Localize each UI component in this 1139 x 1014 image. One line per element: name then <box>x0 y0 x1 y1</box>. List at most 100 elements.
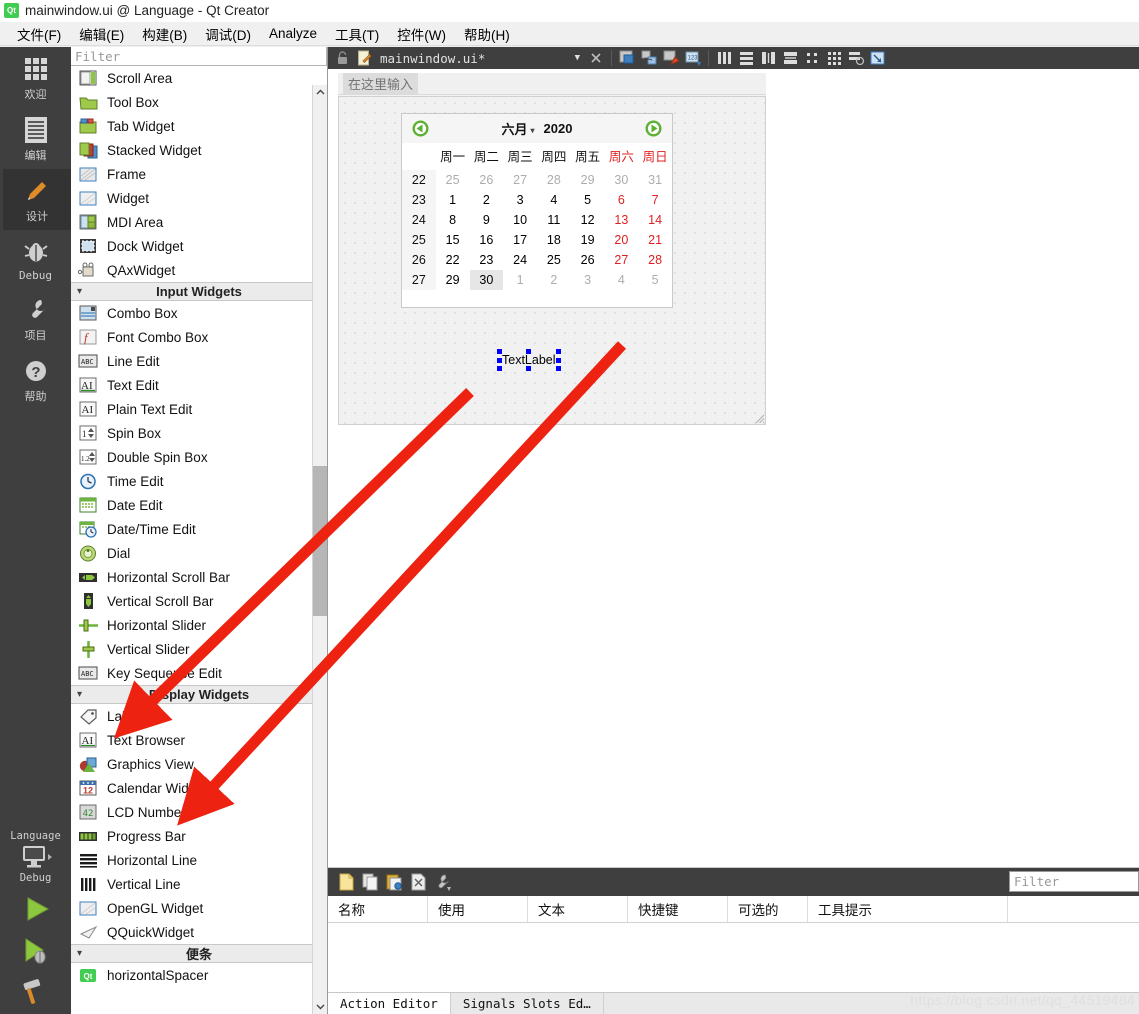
calendar-day-4-0[interactable]: 22 <box>436 250 470 270</box>
action-column-header-1[interactable]: 使用 <box>428 896 528 922</box>
widget-item-7[interactable]: Dock Widget <box>71 234 327 258</box>
calendar-day-2-2[interactable]: 10 <box>503 210 537 230</box>
widget-item-8[interactable]: QAxWidget <box>71 258 327 282</box>
action-editor-filter[interactable]: Filter <box>1009 871 1139 892</box>
chevron-down-icon[interactable]: ▾ <box>77 286 82 297</box>
calendar-day-0-6[interactable]: 31 <box>638 170 672 190</box>
document-selector[interactable]: mainwindow.ui* ▼ <box>376 51 584 66</box>
build-button[interactable] <box>0 972 71 1010</box>
splitter-vertical-icon[interactable] <box>780 49 800 67</box>
chevron-down-icon[interactable]: ▾ <box>77 689 82 700</box>
menu-debug[interactable]: 调试(D) <box>196 22 260 46</box>
calendar-day-4-4[interactable]: 26 <box>571 250 605 270</box>
form-central-widget[interactable]: 六月 ▾ 2020 周一 周二 周三 周四 周五 周六 周日 22 25 26 … <box>338 96 766 425</box>
widget-box-scrollbar[interactable] <box>312 85 327 1014</box>
resize-handle-se[interactable] <box>555 366 561 371</box>
resize-handle-s[interactable] <box>526 366 532 371</box>
edit-tab-order-icon[interactable]: 123 <box>683 49 703 67</box>
widget-item-38[interactable]: Qt horizontalSpacer <box>71 963 327 987</box>
menu-file[interactable]: 文件(F) <box>8 22 70 46</box>
menu-tools[interactable]: 工具(T) <box>326 22 388 46</box>
menu-build[interactable]: 构建(B) <box>133 22 196 46</box>
edit-signals-slots-icon[interactable] <box>639 49 659 67</box>
prev-month-icon[interactable] <box>412 120 429 137</box>
calendar-day-5-3[interactable]: 2 <box>537 270 571 290</box>
action-column-header-4[interactable]: 可选的 <box>728 896 808 922</box>
kit-selector[interactable]: Language Debug <box>0 826 71 888</box>
calendar-day-3-1[interactable]: 16 <box>470 230 504 250</box>
widget-item-24[interactable]: Vertical Slider <box>71 637 327 661</box>
calendar-day-4-2[interactable]: 24 <box>503 250 537 270</box>
widget-item-23[interactable]: Horizontal Slider <box>71 613 327 637</box>
widget-item-27[interactable]: Label <box>71 704 327 728</box>
calendar-day-5-5[interactable]: 4 <box>605 270 639 290</box>
resize-handle-ne[interactable] <box>555 349 561 354</box>
calendar-day-0-3[interactable]: 28 <box>537 170 571 190</box>
calendar-grid[interactable]: 周一 周二 周三 周四 周五 周六 周日 22 25 26 27 28 29 30 31 23 1 2 3 4 5 6 7… <box>402 143 672 290</box>
widget-item-33[interactable]: Horizontal Line <box>71 848 327 872</box>
form-menu-bar[interactable]: 在这里输入 <box>338 73 766 95</box>
calendar-day-4-6[interactable]: 28 <box>638 250 672 270</box>
widget-item-19[interactable]: Date/Time Edit <box>71 517 327 541</box>
resize-handle-n[interactable] <box>526 349 532 354</box>
calendar-day-3-2[interactable]: 17 <box>503 230 537 250</box>
widget-box-scroll-thumb[interactable] <box>313 466 327 616</box>
widget-item-13[interactable]: AI Text Edit <box>71 373 327 397</box>
form-canvas[interactable]: 在这里输入 六月 ▾ 2020 周一 周二 周三 周四 周五 周六 周日 22 … <box>328 69 1139 867</box>
calendar-day-3-3[interactable]: 18 <box>537 230 571 250</box>
mode-2[interactable]: 设计 <box>0 169 71 230</box>
calendar-day-1-4[interactable]: 5 <box>571 190 605 210</box>
edit-buddies-icon[interactable] <box>661 49 681 67</box>
menu-analyze[interactable]: Analyze <box>260 24 326 43</box>
layout-vertical-icon[interactable] <box>736 49 756 67</box>
calendar-day-3-0[interactable]: 15 <box>436 230 470 250</box>
widget-item-10[interactable]: Combo Box <box>71 301 327 325</box>
menu-edit[interactable]: 编辑(E) <box>70 22 133 46</box>
action-editor-body[interactable] <box>328 923 1139 991</box>
layout-form-icon[interactable] <box>802 49 822 67</box>
mode-4[interactable]: 项目 <box>0 288 71 349</box>
debug-run-button[interactable] <box>0 930 71 972</box>
layout-horizontal-icon[interactable] <box>714 49 734 67</box>
resize-handle-sw[interactable] <box>497 366 502 371</box>
calendar-day-5-6[interactable]: 5 <box>638 270 672 290</box>
run-button[interactable] <box>0 888 71 930</box>
calendar-widget[interactable]: 六月 ▾ 2020 周一 周二 周三 周四 周五 周六 周日 22 25 26 … <box>401 113 673 308</box>
widget-item-32[interactable]: Progress Bar <box>71 824 327 848</box>
resize-handle-nw[interactable] <box>497 349 502 354</box>
close-icon[interactable] <box>586 49 606 67</box>
widget-item-35[interactable]: OpenGL Widget <box>71 896 327 920</box>
calendar-day-2-3[interactable]: 11 <box>537 210 571 230</box>
calendar-day-3-4[interactable]: 19 <box>571 230 605 250</box>
menu-widgets[interactable]: 控件(W) <box>388 22 455 46</box>
resize-handle-w[interactable] <box>497 357 502 363</box>
calendar-day-5-2[interactable]: 1 <box>503 270 537 290</box>
calendar-month[interactable]: 六月 <box>502 119 528 138</box>
mode-0[interactable]: 欢迎 <box>0 47 71 108</box>
break-layout-icon[interactable] <box>846 49 866 67</box>
widget-item-18[interactable]: Date Edit <box>71 493 327 517</box>
menu-help[interactable]: 帮助(H) <box>455 22 519 46</box>
widget-item-3[interactable]: Stacked Widget <box>71 138 327 162</box>
calendar-day-4-3[interactable]: 25 <box>537 250 571 270</box>
delete-icon[interactable] <box>408 873 428 891</box>
resize-handle-e[interactable] <box>555 357 561 363</box>
widget-item-29[interactable]: Graphics View <box>71 752 327 776</box>
form-window[interactable]: 在这里输入 六月 ▾ 2020 周一 周二 周三 周四 周五 周六 周日 22 … <box>338 73 766 425</box>
action-column-header-0[interactable]: 名称 <box>328 896 428 922</box>
widget-box-list[interactable]: Scroll Area Tool Box Tab Widget Stacked Wid… <box>71 66 327 1014</box>
widget-item-21[interactable]: Horizontal Scroll Bar <box>71 565 327 589</box>
mode-5[interactable]: ? 帮助 <box>0 349 71 410</box>
mode-3[interactable]: Debug <box>0 230 71 288</box>
calendar-day-5-1[interactable]: 30 <box>469 270 504 290</box>
widget-item-12[interactable]: ABC Line Edit <box>71 349 327 373</box>
new-action-icon[interactable] <box>336 873 356 891</box>
calendar-day-5-0[interactable]: 29 <box>436 270 470 290</box>
next-month-icon[interactable] <box>645 120 662 137</box>
bottom-tab-0[interactable]: Action Editor <box>328 993 451 1014</box>
widget-item-14[interactable]: AI Plain Text Edit <box>71 397 327 421</box>
calendar-day-1-1[interactable]: 2 <box>470 190 504 210</box>
widget-item-5[interactable]: Widget <box>71 186 327 210</box>
widget-item-22[interactable]: Vertical Scroll Bar <box>71 589 327 613</box>
scroll-up-arrow-icon[interactable] <box>313 85 327 100</box>
